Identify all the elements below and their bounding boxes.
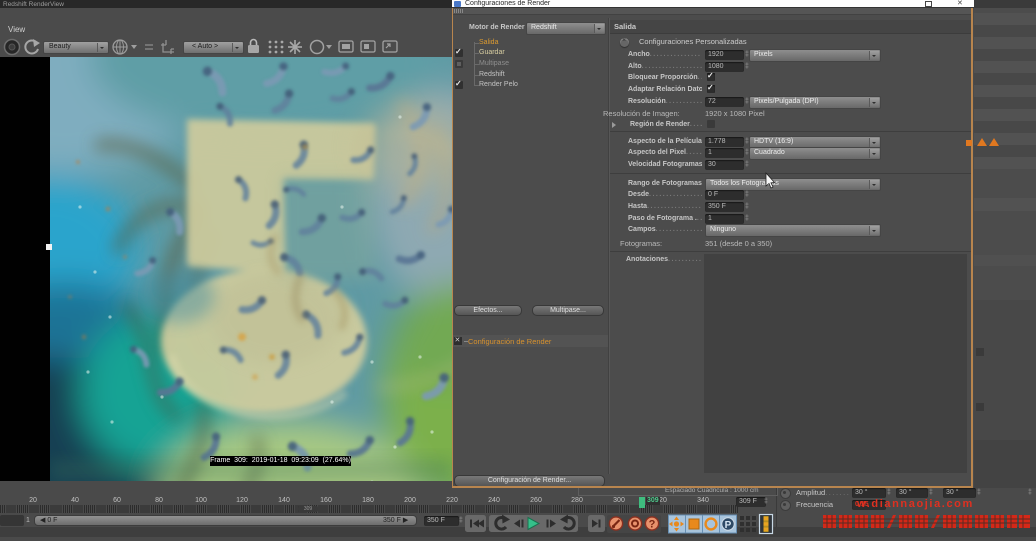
svg-text:P: P (725, 520, 732, 531)
svg-text:?: ? (649, 519, 656, 531)
